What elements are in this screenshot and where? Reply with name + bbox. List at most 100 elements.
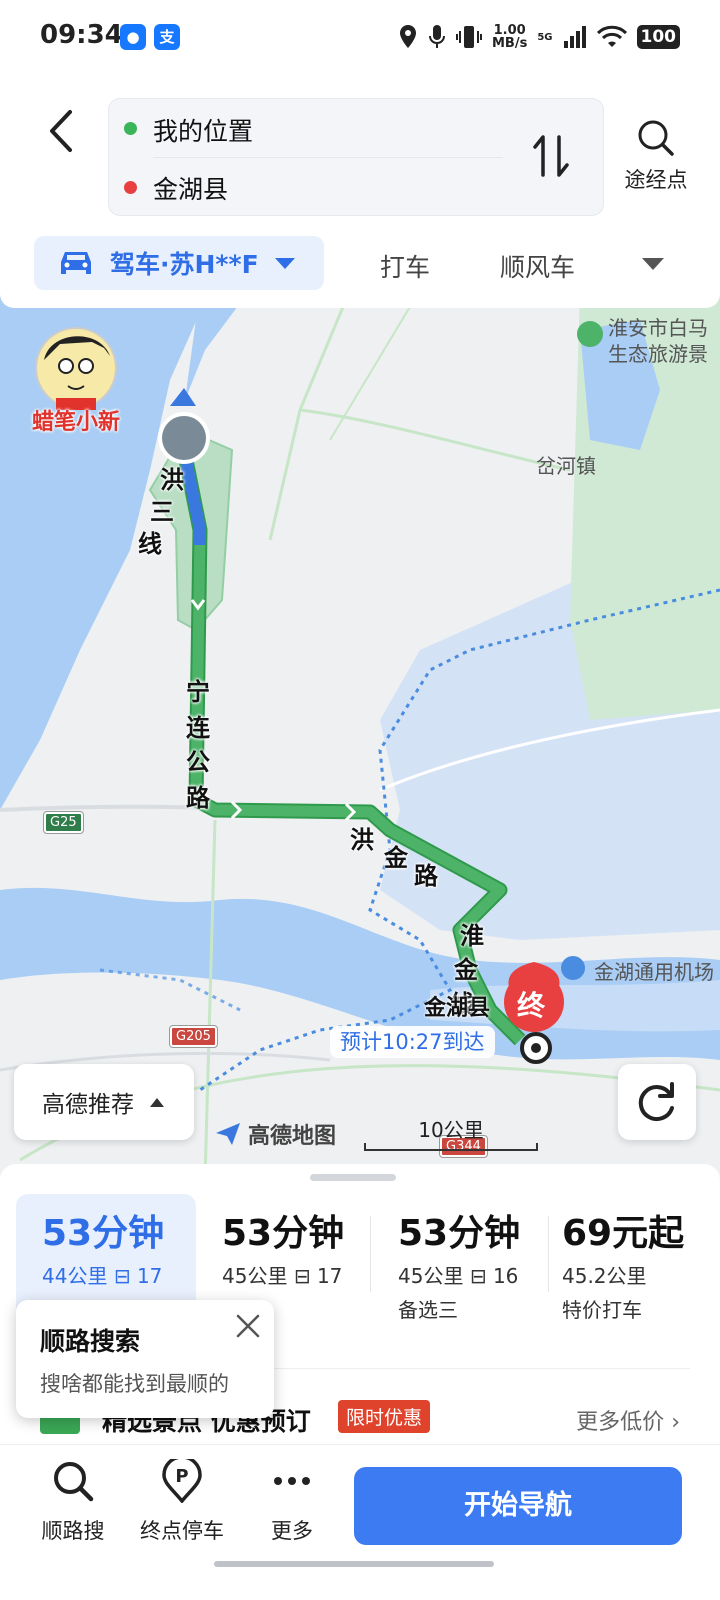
search-along-label: 顺路搜 [41,1519,105,1543]
swap-button[interactable] [529,131,573,181]
destination-parking-button[interactable]: P 终点停车 [127,1455,237,1545]
origin-field[interactable]: 我的位置 [153,112,253,148]
microphone-icon [428,25,445,48]
road-label-ninglian-1: 宁 [186,678,210,706]
route-time: 53分钟 [398,1213,521,1254]
location-icon [399,25,416,48]
caret-down-icon [274,258,295,269]
battery-indicator: 100 [636,25,680,49]
route-option-taxi[interactable]: 69元起 45.2公里 特价打车 [536,1194,706,1324]
status-time: 09:34 [40,20,123,50]
chevron-right-icon: › [671,1410,680,1435]
search-icon [638,120,674,156]
route-lights: 17 [316,1264,343,1288]
route-distance: 45公里 [398,1264,464,1288]
back-button[interactable] [40,104,84,158]
airport-label: 金湖通用机场 [594,960,714,984]
poi-baima-label-2: 生态旅游景 [608,342,708,366]
travel-mode-tabs: 驾车·苏H**F 打车 顺风车 [0,236,720,292]
cartoon-avatar-icon [35,327,117,410]
search-icon [54,1462,94,1502]
amap-arrow-icon [216,1123,240,1145]
scale-bar [364,1143,538,1151]
refresh-icon [638,1082,674,1122]
more-button[interactable]: 更多 [237,1459,347,1545]
map-scale: 10公里 [364,1114,538,1151]
route-tag: 备选三 [398,1298,458,1322]
route-distance: 45.2公里 [562,1264,647,1288]
route-price: 69元起 [562,1213,685,1254]
app-notification-icon: ● [120,24,146,50]
route-tag: 特价打车 [562,1298,642,1322]
search-along-button[interactable]: 顺路搜 [18,1459,128,1545]
start-navigation-button[interactable]: 开始导航 [354,1467,682,1545]
signal-icon [563,26,586,48]
more-dots-icon [274,1477,310,1485]
chevron-left-icon [50,110,72,152]
highway-shield-g25: G25 [43,811,84,834]
promo-badge: 限时优惠 [338,1400,431,1433]
sheet-handle[interactable] [310,1174,396,1181]
road-label-huaijin-2: 金 [454,956,478,984]
route-distance: 45公里 [222,1264,288,1288]
car-icon [61,252,91,274]
caret-up-icon [150,1098,164,1107]
route-details: 45公里 ⊟ 16 [398,1260,518,1289]
search-along-tooltip: 顺路搜索 搜啥都能找到最顺的 [16,1300,274,1418]
status-bar: 09:34 ● 支 1.00 MB/s 5G 100 [0,0,720,80]
swap-arrows-icon [533,135,569,177]
traffic-light-icon: ⊟ [113,1264,131,1288]
destination-field[interactable]: 金湖县 [153,170,228,206]
svg-text:P: P [175,1466,188,1487]
destination-map-label: 金湖县 [424,996,491,1021]
road-label-hongsan-1: 洪 [160,466,184,494]
network-speed: 1.00 MB/s [491,23,528,51]
origin-dot-icon [124,122,137,135]
road-label-ninglian-4: 路 [186,784,210,812]
recommend-button[interactable]: 高德推荐 [14,1064,194,1140]
road-label-hongsan-2: 三 [150,498,174,526]
route-time: 53分钟 [222,1213,345,1254]
tooltip-body: 搜啥都能找到最顺的 [40,1372,229,1396]
home-indicator[interactable] [214,1561,494,1567]
sticker-text: 蜡笔小新 [31,410,120,435]
refresh-button[interactable] [618,1064,696,1140]
waypoint-label: 途经点 [624,168,688,192]
alipay-notification-icon: 支 [154,24,180,50]
road-label-hongjin-3: 路 [414,862,438,890]
road-label-ninglian-2: 连 [186,714,210,742]
scale-label: 10公里 [418,1118,484,1142]
input-divider [153,157,503,158]
tooltip-title: 顺路搜索 [40,1327,141,1356]
tab-taxi[interactable]: 打车 [380,248,430,284]
traffic-light-icon: ⊟ [293,1264,311,1288]
destination-parking-label: 终点停车 [140,1519,224,1543]
more-label: 更多 [271,1519,313,1543]
road-label-huaijin-1: 淮 [460,922,484,950]
route-option-3[interactable]: 53分钟 45公里 ⊟ 16 备选三 [372,1194,548,1324]
road-label-hongsan-3: 线 [138,530,162,558]
road-label-hongjin-1: 洪 [350,826,374,854]
network-type: 5G [537,31,553,43]
route-lights: 17 [136,1264,163,1288]
parking-icon: P [162,1455,202,1504]
route-header: 我的位置 金湖县 途经点 驾车·苏H**F 打车 顺风车 [0,80,720,308]
tab-carpool[interactable]: 顺风车 [500,248,575,284]
amap-logo: 高德地图 [214,1118,336,1150]
wifi-icon [596,25,627,47]
tooltip-close-button[interactable] [234,1312,262,1340]
traffic-light-icon: ⊟ [469,1264,487,1288]
promo-more-link[interactable]: 更多低价 › [576,1404,680,1436]
promo-more-label: 更多低价 [576,1410,665,1435]
route-input-box: 我的位置 金湖县 [108,98,604,216]
tab-drive[interactable]: 驾车·苏H**F [34,236,324,290]
route-lights: 16 [492,1264,519,1288]
avatar-sticker[interactable]: 蜡笔小新 [20,320,132,440]
waypoint-button[interactable]: 途经点 [618,118,694,194]
route-details: 45公里 ⊟ 17 [222,1260,342,1289]
more-modes-caret-icon[interactable] [640,256,666,272]
road-label-hongjin-2: 金 [384,844,408,872]
vibrate-icon [455,26,482,48]
route-distance: 44公里 [42,1264,108,1288]
brand-text: 高德地图 [248,1124,337,1149]
